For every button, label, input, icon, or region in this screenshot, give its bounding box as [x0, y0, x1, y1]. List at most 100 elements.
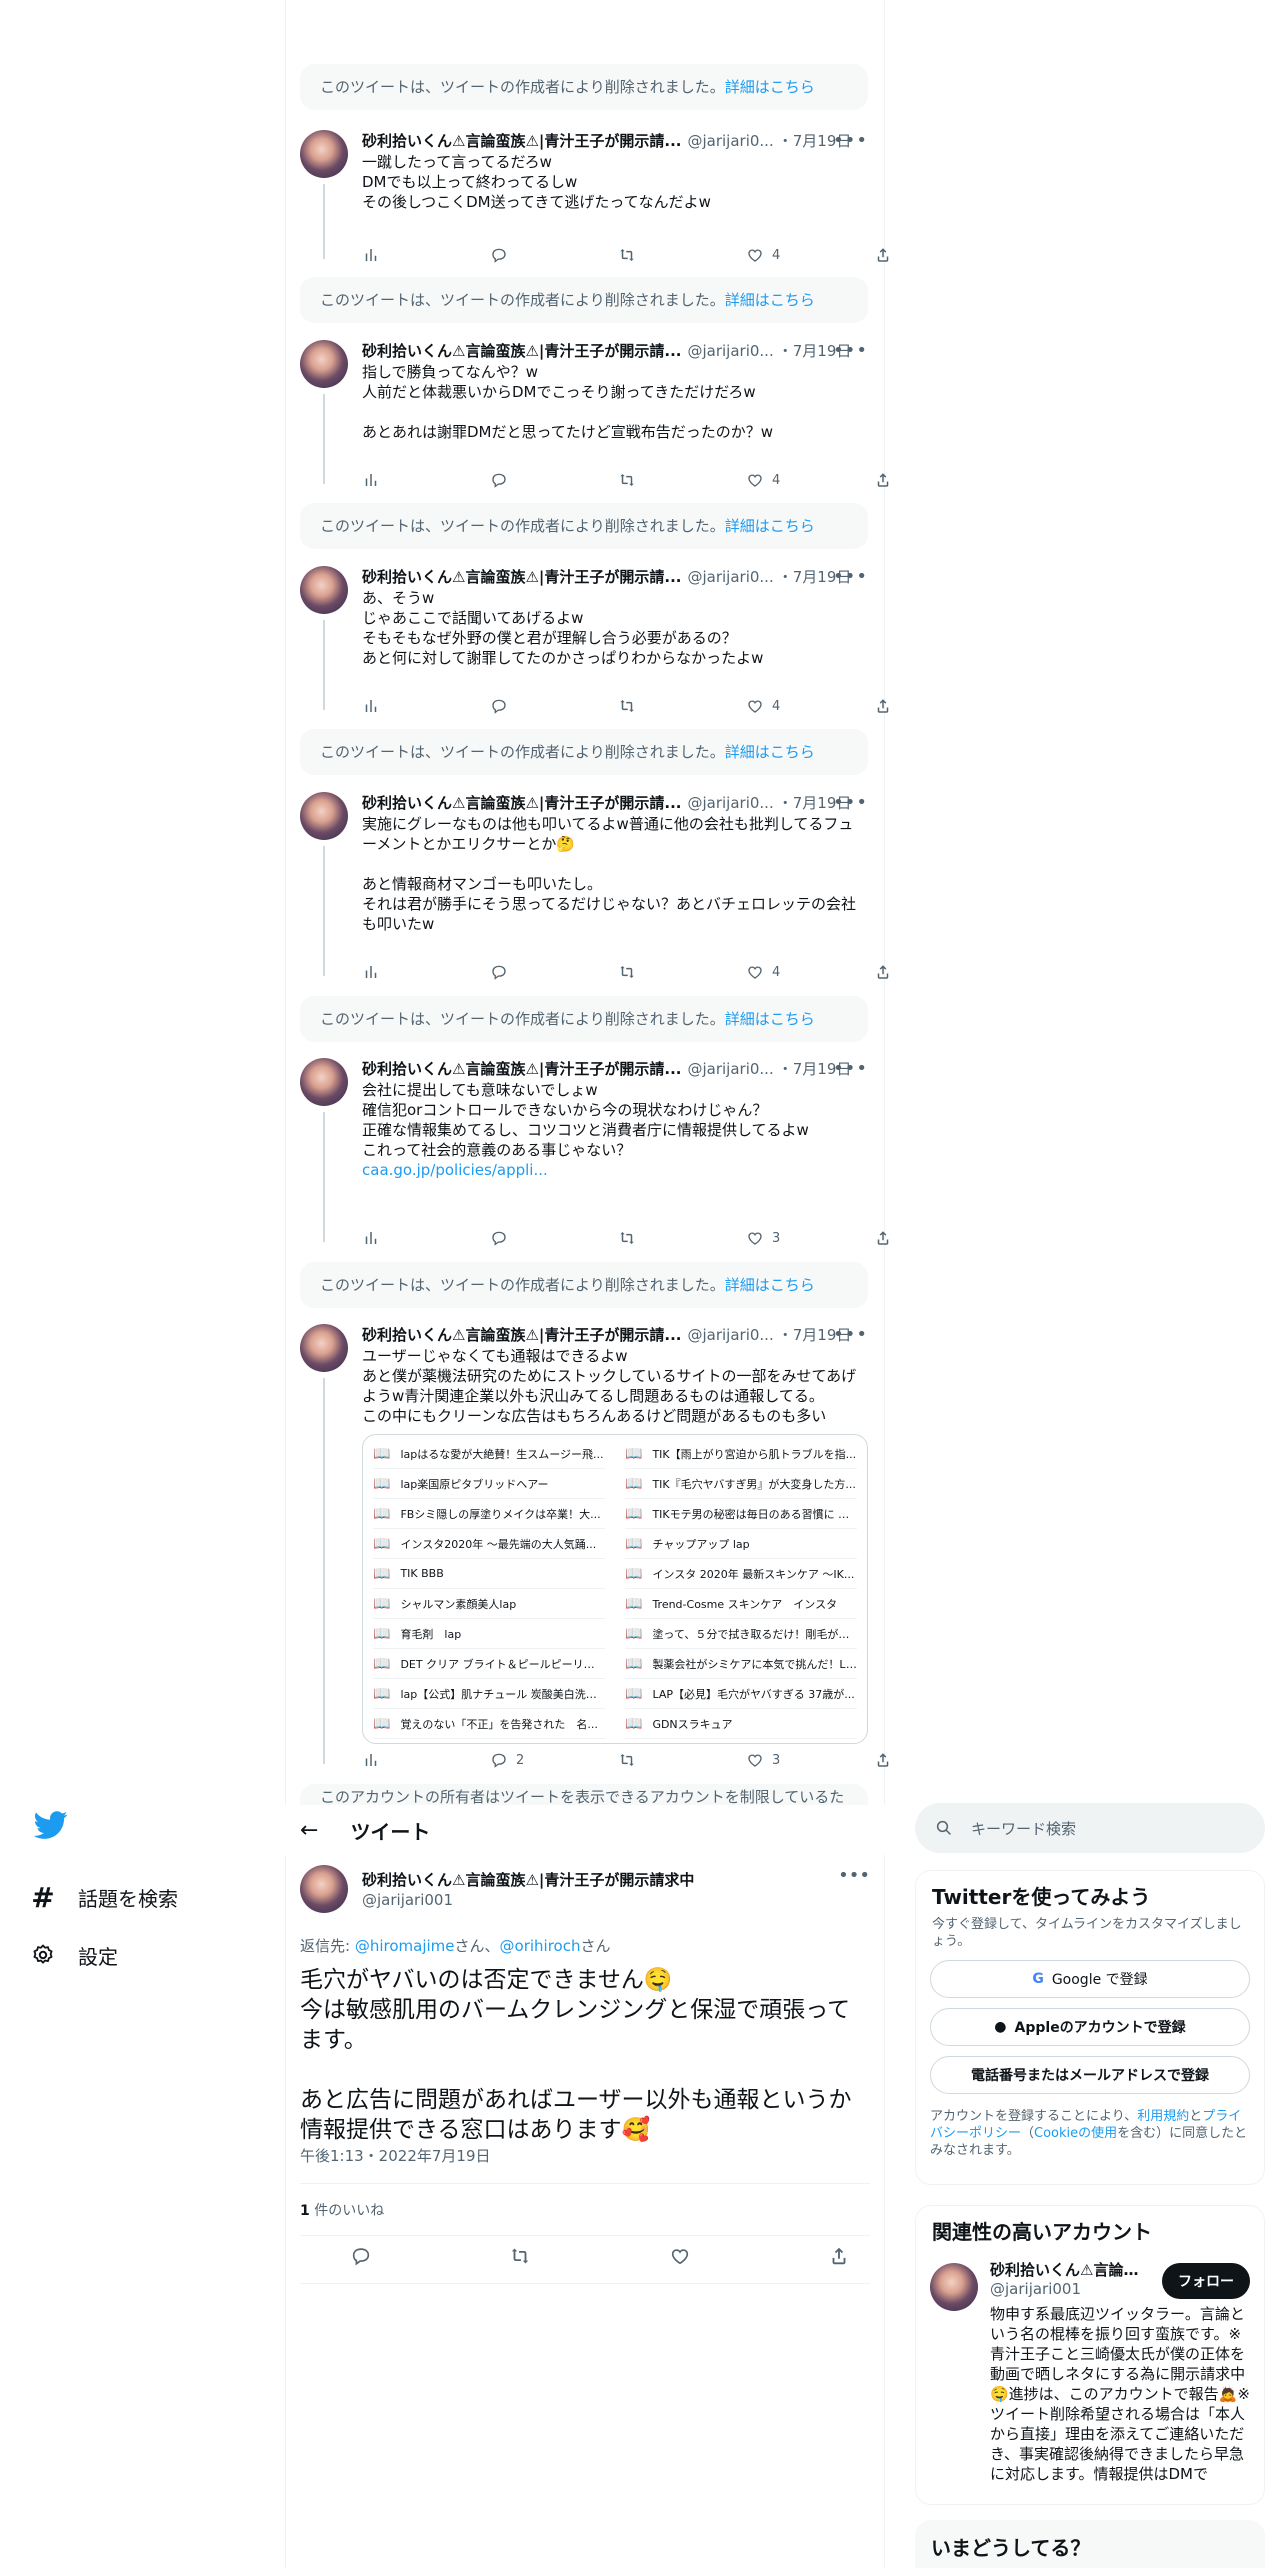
like-icon[interactable]: [746, 1229, 764, 1247]
reply-icon[interactable]: [490, 1751, 508, 1769]
learn-more-link[interactable]: 詳細はこちら: [725, 291, 815, 309]
search-input[interactable]: キーワード検索: [971, 1818, 1076, 1839]
author-name[interactable]: 砂利拾いくん⚠言論蛮族⚠|青汁王子が開示請...: [362, 566, 681, 587]
author-name[interactable]: 砂利拾いくん⚠言論蛮族⚠|青汁王子が開示請求中: [362, 1869, 694, 1890]
author-handle[interactable]: @jarijari001: [362, 1891, 453, 1909]
follow-button[interactable]: フォロー: [1162, 2263, 1250, 2299]
author-name[interactable]: 砂利拾いくん⚠言論蛮族⚠|青汁王子が開示請...: [362, 1324, 681, 1345]
retweet-icon[interactable]: [618, 963, 636, 981]
more-icon[interactable]: •••: [833, 130, 868, 151]
like-icon[interactable]: [746, 697, 764, 715]
more-icon[interactable]: •••: [833, 792, 868, 813]
avatar[interactable]: [300, 792, 348, 840]
twitter-logo-icon[interactable]: [33, 1808, 68, 1842]
tweet-timestamp[interactable]: 午後1:13・2022年7月19日: [300, 2145, 491, 2166]
share-icon[interactable]: [874, 246, 892, 264]
author-handle[interactable]: @jarijari0...: [687, 342, 773, 360]
retweet-icon[interactable]: [618, 1751, 636, 1769]
learn-more-link[interactable]: 詳細はこちら: [725, 78, 815, 96]
author-name[interactable]: 砂利拾いくん⚠言論蛮族⚠|青汁王子が開示請...: [362, 1058, 681, 1079]
author-handle[interactable]: @jarijari0...: [687, 794, 773, 812]
bookmark-list-image[interactable]: 📖 lapはるな愛が大絶賛！生スムージー飛... 📖 lap楽国原ピタブリッドヘアー 📖…: [362, 1434, 868, 1744]
reply-mid: さん、: [454, 1937, 500, 1955]
divider: [300, 2283, 870, 2284]
avatar[interactable]: [300, 340, 348, 388]
more-icon[interactable]: •••: [833, 566, 868, 587]
share-icon[interactable]: [828, 2245, 850, 2267]
nav-explore[interactable]: # 話題を検索: [30, 1868, 250, 1926]
analytics-icon[interactable]: [362, 963, 380, 981]
like-icon[interactable]: [746, 246, 764, 264]
reply-icon[interactable]: [490, 1229, 508, 1247]
analytics-icon[interactable]: [362, 471, 380, 489]
more-icon[interactable]: •••: [833, 340, 868, 361]
reply-icon[interactable]: [490, 246, 508, 264]
more-icon[interactable]: •••: [833, 1058, 868, 1079]
share-icon[interactable]: [874, 471, 892, 489]
avatar[interactable]: [300, 1324, 348, 1372]
avatar[interactable]: [300, 130, 348, 178]
reply-icon[interactable]: [350, 2245, 372, 2267]
retweet-icon[interactable]: [618, 1229, 636, 1247]
back-arrow-icon[interactable]: ←: [300, 1818, 318, 1843]
more-icon[interactable]: •••: [838, 1865, 870, 1886]
retweet-icon[interactable]: [618, 697, 636, 715]
learn-more-link[interactable]: 詳細はこちら: [725, 743, 815, 761]
author-handle[interactable]: @jarijari0...: [687, 1060, 773, 1078]
terms-link[interactable]: 利用規約: [1137, 2109, 1189, 2124]
apple-signup-label: Appleのアカウントで登録: [1014, 2020, 1186, 2036]
avatar[interactable]: [300, 566, 348, 614]
avatar[interactable]: [300, 1058, 348, 1106]
avatar[interactable]: [300, 1865, 348, 1913]
likes-count[interactable]: 1 件のいいね: [300, 2200, 384, 2220]
legal-text: アカウントを登録することにより、利用規約とプライバシーポリシー（Cookieの使…: [916, 2094, 1264, 2173]
analytics-icon[interactable]: [362, 246, 380, 264]
retweet-icon[interactable]: [618, 471, 636, 489]
analytics-icon[interactable]: [362, 1229, 380, 1247]
reply-icon[interactable]: [490, 697, 508, 715]
related-name[interactable]: 砂利拾いくん⚠言論...: [990, 2259, 1140, 2280]
phone-signup-button[interactable]: 電話番号またはメールアドレスで登録: [930, 2056, 1250, 2094]
like-icon[interactable]: [746, 963, 764, 981]
author-name[interactable]: 砂利拾いくん⚠言論蛮族⚠|青汁王子が開示請...: [362, 340, 681, 361]
reply-mention-1[interactable]: @hiromajime: [355, 1937, 455, 1955]
retweet-icon[interactable]: [509, 2245, 531, 2267]
like-icon[interactable]: [746, 1751, 764, 1769]
legal-part: （: [1021, 2126, 1035, 2141]
share-icon[interactable]: [874, 697, 892, 715]
search-box[interactable]: キーワード検索: [915, 1803, 1265, 1853]
tweet-link[interactable]: caa.go.jp/policies/appli...: [362, 1160, 868, 1180]
like-icon[interactable]: [746, 471, 764, 489]
book-icon: 📖: [625, 1625, 643, 1642]
reply-icon[interactable]: [490, 471, 508, 489]
more-icon[interactable]: •••: [833, 1324, 868, 1345]
author-name[interactable]: 砂利拾いくん⚠言論蛮族⚠|青汁王子が開示請...: [362, 130, 681, 151]
apple-signup-button[interactable]: ● Appleのアカウントで登録: [930, 2008, 1250, 2046]
share-icon[interactable]: [874, 1229, 892, 1247]
like-icon[interactable]: [669, 2245, 691, 2267]
analytics-icon[interactable]: [362, 697, 380, 715]
related-bio: 物申す系最底辺ツイッタラー。言論という名の棍棒を振り回す蛮族です。※青汁王子こと…: [990, 2305, 1250, 2483]
signup-title: Twitterを使ってみよう: [932, 1885, 1151, 1909]
cookie-link[interactable]: Cookieの使用: [1034, 2126, 1117, 2141]
book-icon: 📖: [373, 1505, 391, 1522]
thread-line: [323, 184, 325, 259]
reply-mention-2[interactable]: @orihiroch: [500, 1937, 581, 1955]
retweet-icon[interactable]: [618, 246, 636, 264]
author-name[interactable]: 砂利拾いくん⚠言論蛮族⚠|青汁王子が開示請...: [362, 792, 681, 813]
learn-more-link[interactable]: 詳細はこちら: [725, 517, 815, 535]
share-icon[interactable]: [874, 1751, 892, 1769]
author-handle[interactable]: @jarijari0...: [687, 132, 773, 150]
author-handle[interactable]: @jarijari0...: [687, 568, 773, 586]
google-signup-button[interactable]: G Google で登録: [930, 1960, 1250, 1998]
reply-icon[interactable]: [490, 963, 508, 981]
related-account[interactable]: 砂利拾いくん⚠言論... @jarijari001 フォロー 物申す系最底辺ツイ…: [916, 2251, 1264, 2492]
share-icon[interactable]: [874, 963, 892, 981]
author-handle[interactable]: @jarijari0...: [687, 1326, 773, 1344]
analytics-icon[interactable]: [362, 1751, 380, 1769]
avatar[interactable]: [930, 2263, 978, 2311]
book-icon: 📖: [373, 1685, 391, 1702]
nav-settings[interactable]: 設定: [30, 1926, 250, 1984]
learn-more-link[interactable]: 詳細はこちら: [725, 1276, 815, 1294]
learn-more-link[interactable]: 詳細はこちら: [725, 1010, 815, 1028]
